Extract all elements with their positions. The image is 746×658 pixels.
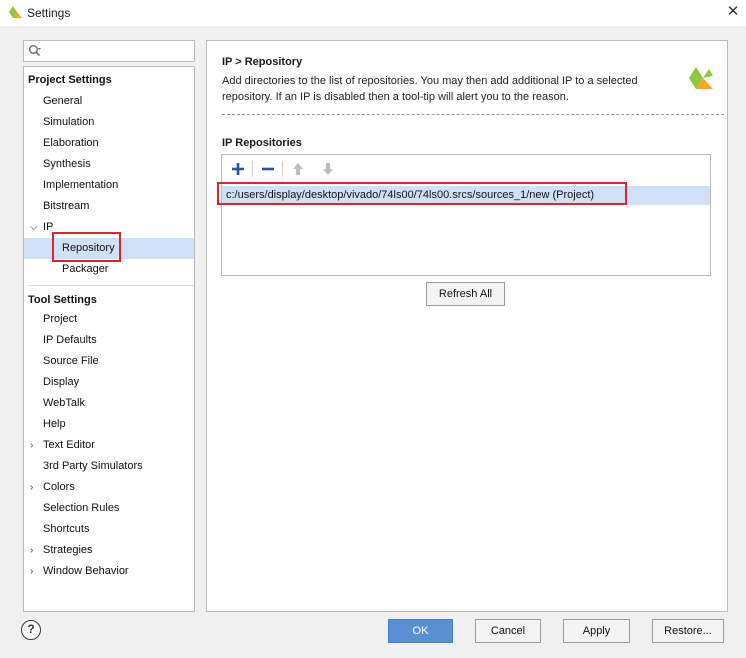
move-down-icon[interactable] bbox=[318, 160, 338, 178]
sidebar-item-implementation[interactable]: Implementation bbox=[24, 175, 194, 196]
sidebar-item-ip[interactable]: ⌵ IP bbox=[24, 217, 194, 238]
sidebar-item-label: Elaboration bbox=[43, 137, 99, 149]
project-settings-label: Project Settings bbox=[28, 74, 112, 86]
sidebar-item-label: General bbox=[43, 95, 83, 107]
chevron-right-icon[interactable]: › bbox=[30, 540, 40, 561]
sidebar-item-project[interactable]: Project bbox=[24, 309, 194, 330]
chevron-right-icon[interactable]: › bbox=[30, 561, 40, 582]
sidebar-item-synthesis[interactable]: Synthesis bbox=[24, 154, 194, 175]
section-divider bbox=[28, 285, 194, 286]
tool-settings-label: Tool Settings bbox=[28, 294, 97, 306]
sidebar-item-window-behavior[interactable]: › Window Behavior bbox=[24, 561, 194, 582]
chevron-down-icon[interactable]: ⌵ bbox=[30, 217, 40, 238]
sidebar-item-label: Synthesis bbox=[43, 158, 91, 170]
vivado-app-icon bbox=[9, 6, 22, 18]
sidebar-item-shortcuts[interactable]: Shortcuts bbox=[24, 519, 194, 540]
project-settings-header: Project Settings bbox=[24, 70, 194, 91]
search-field[interactable] bbox=[23, 40, 195, 62]
search-icon bbox=[29, 45, 41, 57]
section-title: IP Repositories bbox=[222, 137, 302, 149]
sidebar-item-label: IP Defaults bbox=[43, 334, 97, 346]
sidebar-item-label: Selection Rules bbox=[43, 502, 120, 514]
sidebar-item-label: WebTalk bbox=[43, 397, 85, 409]
sidebar-item-display[interactable]: Display bbox=[24, 372, 194, 393]
close-button[interactable]: ✕ bbox=[724, 3, 742, 21]
sidebar-item-selection-rules[interactable]: Selection Rules bbox=[24, 498, 194, 519]
sidebar-item-label: Source File bbox=[43, 355, 99, 367]
sidebar-item-elaboration[interactable]: Elaboration bbox=[24, 133, 194, 154]
cancel-button[interactable]: Cancel bbox=[475, 619, 541, 643]
help-icon[interactable]: ? bbox=[21, 620, 41, 640]
sidebar-item-label: Shortcuts bbox=[43, 523, 90, 535]
sidebar-item-label: Simulation bbox=[43, 116, 95, 128]
sidebar-item-label: Implementation bbox=[43, 179, 119, 191]
content-panel: IP > Repository Add directories to the l… bbox=[206, 40, 728, 612]
sidebar-item-label: Help bbox=[43, 418, 66, 430]
sidebar-item-label: Strategies bbox=[43, 544, 93, 556]
sidebar-item-repository[interactable]: Repository bbox=[24, 238, 194, 259]
chevron-right-icon[interactable]: › bbox=[30, 435, 40, 456]
title-bar: Settings ✕ bbox=[0, 0, 746, 26]
ok-button[interactable]: OK bbox=[388, 619, 453, 643]
sidebar-item-label: Packager bbox=[62, 263, 109, 275]
sidebar-item-label: Bitstream bbox=[43, 200, 90, 212]
search-input[interactable] bbox=[42, 41, 192, 61]
sidebar-item-colors[interactable]: › Colors bbox=[24, 477, 194, 498]
apply-button[interactable]: Apply bbox=[563, 619, 630, 643]
sidebar-item-simulation[interactable]: Simulation bbox=[24, 112, 194, 133]
sidebar-item-general[interactable]: General bbox=[24, 91, 194, 112]
section-separator bbox=[222, 114, 724, 115]
repository-row[interactable]: c:/users/display/desktop/vivado/74ls00/7… bbox=[222, 186, 710, 205]
description-line: Add directories to the list of repositor… bbox=[222, 75, 638, 87]
settings-tree: Project Settings General Simulation Elab… bbox=[23, 66, 195, 612]
toolbar-separator bbox=[282, 161, 283, 177]
sidebar-item-help[interactable]: Help bbox=[24, 414, 194, 435]
sidebar-item-label: Project bbox=[43, 313, 78, 325]
sidebar-item-3rd-party-simulators[interactable]: 3rd Party Simulators bbox=[24, 456, 194, 477]
sidebar-item-label: IP bbox=[43, 221, 54, 233]
window-title: Settings bbox=[27, 6, 71, 20]
sidebar-item-packager[interactable]: Packager bbox=[24, 259, 194, 280]
sidebar-item-label: Text Editor bbox=[43, 439, 95, 451]
sidebar-item-label: Colors bbox=[43, 481, 75, 493]
sidebar-item-label: 3rd Party Simulators bbox=[43, 460, 143, 472]
sidebar-item-label: Repository bbox=[62, 242, 115, 254]
refresh-all-button[interactable]: Refresh All bbox=[426, 282, 505, 306]
repositories-toolbar bbox=[222, 155, 710, 183]
sidebar-item-webtalk[interactable]: WebTalk bbox=[24, 393, 194, 414]
sidebar-item-source-file[interactable]: Source File bbox=[24, 351, 194, 372]
remove-icon[interactable] bbox=[258, 160, 278, 178]
vivado-logo-icon bbox=[689, 67, 713, 89]
repositories-list: c:/users/display/desktop/vivado/74ls00/7… bbox=[221, 154, 711, 276]
tool-settings-header: Tool Settings bbox=[24, 290, 194, 311]
sidebar-item-text-editor[interactable]: › Text Editor bbox=[24, 435, 194, 456]
toolbar-separator bbox=[252, 161, 253, 177]
sidebar-item-bitstream[interactable]: Bitstream bbox=[24, 196, 194, 217]
sidebar-item-strategies[interactable]: › Strategies bbox=[24, 540, 194, 561]
sidebar-item-label: Window Behavior bbox=[43, 565, 129, 577]
sidebar-item-ip-defaults[interactable]: IP Defaults bbox=[24, 330, 194, 351]
move-up-icon[interactable] bbox=[288, 160, 308, 178]
restore-button[interactable]: Restore... bbox=[652, 619, 724, 643]
description-line: repository. If an IP is disabled then a … bbox=[222, 91, 569, 103]
breadcrumb: IP > Repository bbox=[222, 56, 303, 68]
page-description: Add directories to the list of repositor… bbox=[222, 73, 642, 105]
sidebar-item-label: Display bbox=[43, 376, 80, 388]
add-icon[interactable] bbox=[228, 160, 248, 178]
chevron-right-icon[interactable]: › bbox=[30, 477, 40, 498]
